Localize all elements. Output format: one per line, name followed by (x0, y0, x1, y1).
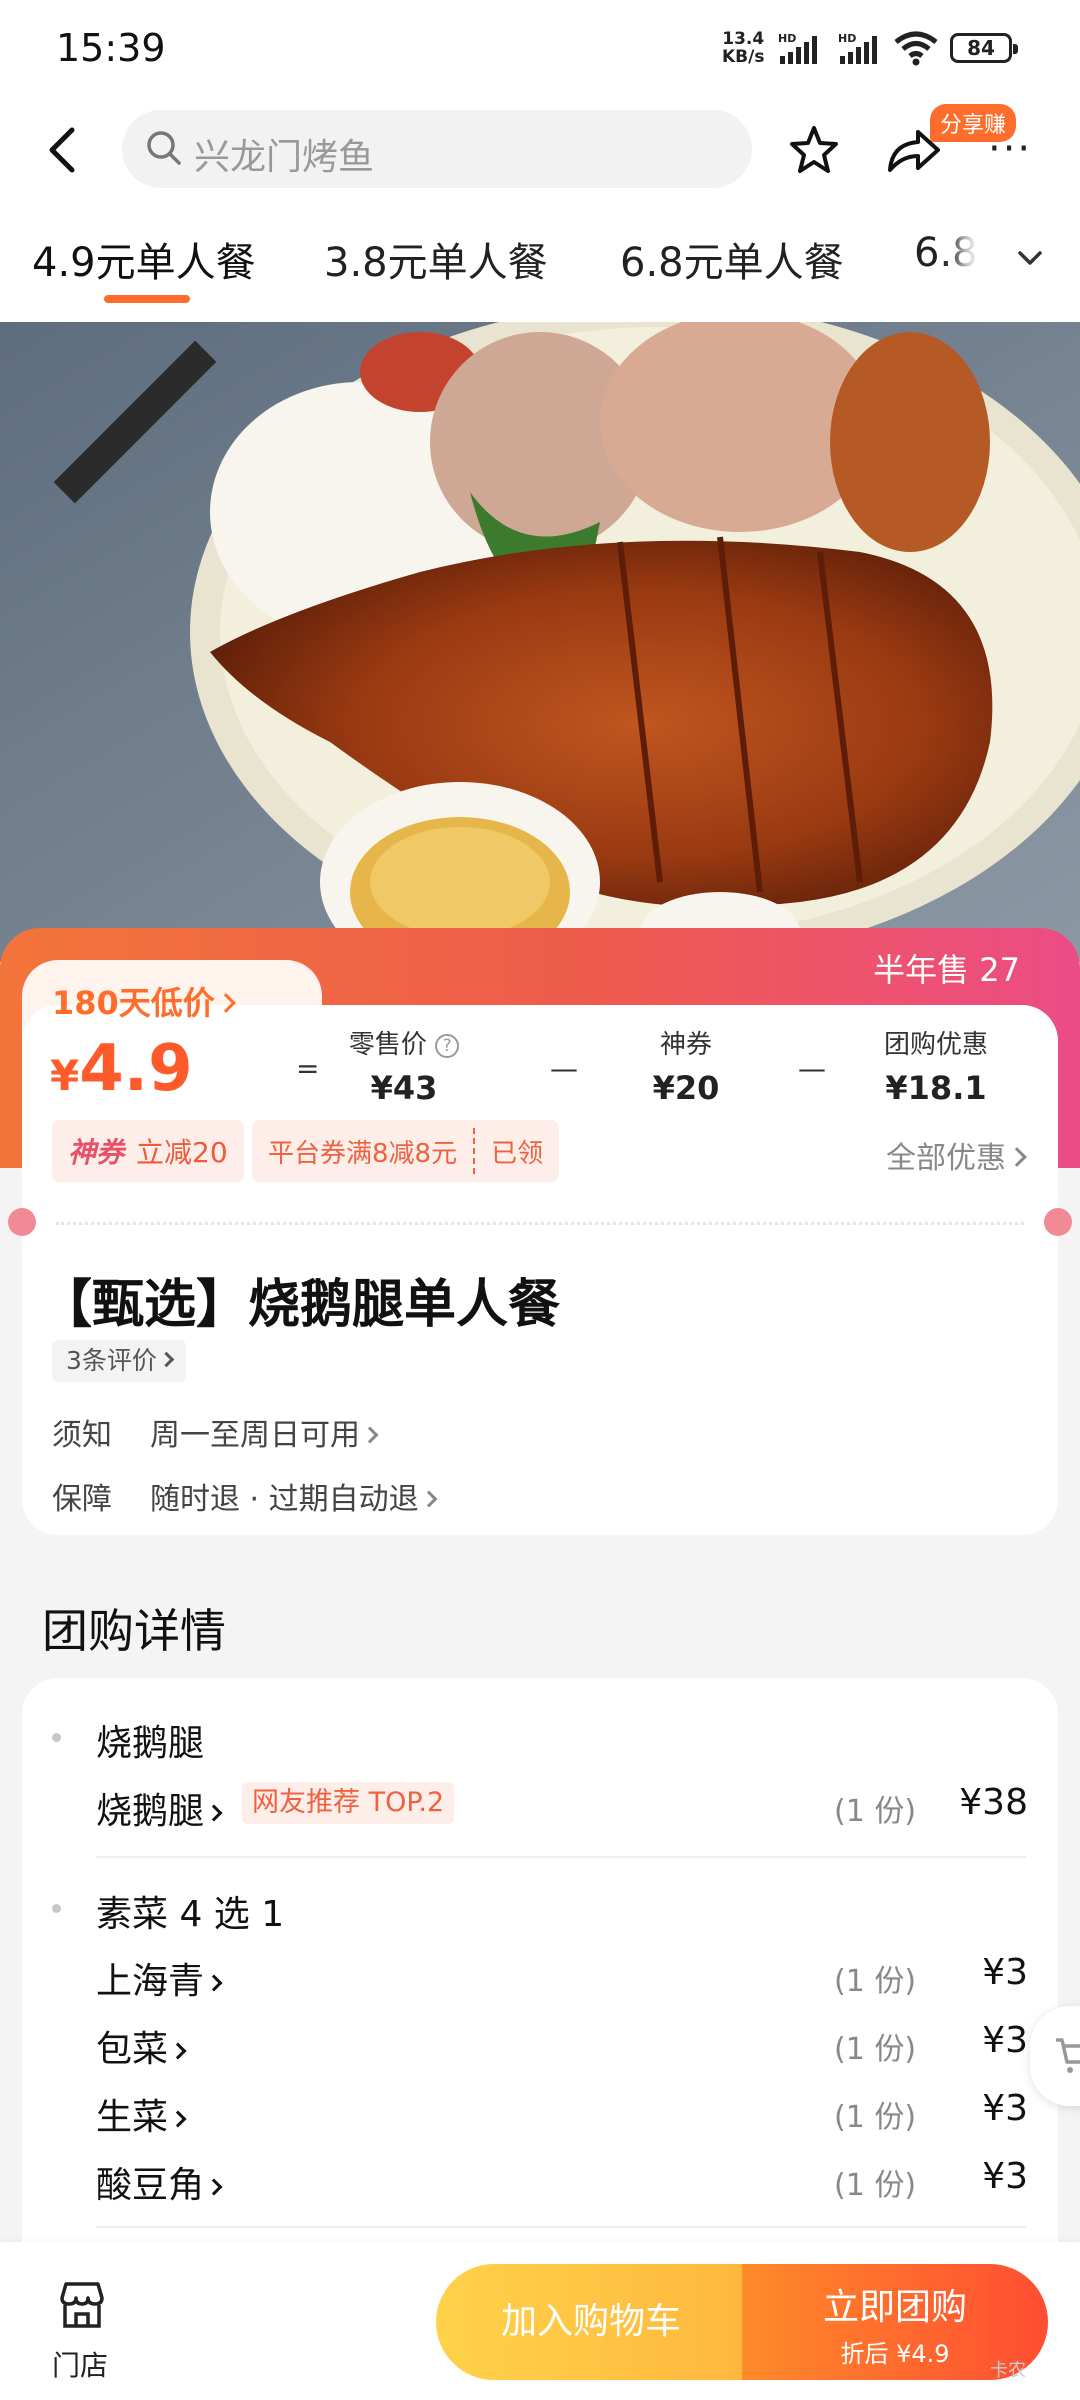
all-promotions-link[interactable]: 全部优惠 (886, 1133, 1027, 1177)
tab-3-8[interactable]: 3.8元单人餐 (324, 230, 548, 288)
store-icon[interactable] (54, 2276, 110, 2332)
item-qty: (1 份) (834, 2032, 917, 2067)
divider (96, 2226, 1026, 2228)
help-icon[interactable]: ? (435, 1034, 460, 1058)
item-qty: (1 份) (834, 2100, 917, 2135)
product-photo[interactable] (0, 322, 1080, 962)
search-placeholder: 兴龙门烤鱼 (194, 137, 375, 178)
notice-value[interactable]: 周一至周日可用 (150, 1410, 379, 1454)
watermark: 卡农 (990, 2360, 1026, 2381)
ticket-notch-left (8, 1208, 36, 1236)
favorite-star-icon[interactable] (786, 122, 842, 178)
guarantee-label: 保障 (52, 1482, 112, 1517)
retail-price: 零售价 ? ¥43 (334, 1024, 474, 1107)
god-coupon-badge[interactable]: 神券 立减20 (52, 1120, 244, 1182)
item-name[interactable]: 烧鹅腿 (96, 1782, 223, 1834)
network-speed: 13.4 KB/s (722, 29, 765, 67)
svg-text:HD: HD (778, 32, 796, 45)
notice-label: 须知 (52, 1418, 112, 1453)
add-to-cart-button[interactable]: 加入购物车 (436, 2264, 746, 2380)
minus-sign-2: — (798, 1052, 826, 1085)
item-price: ¥3 (982, 2020, 1028, 2061)
active-tab-indicator (104, 295, 190, 303)
signal-icon: HD (778, 32, 817, 64)
svg-text:HD: HD (838, 32, 856, 45)
back-icon[interactable] (40, 122, 90, 178)
tab-4-9[interactable]: 4.9元单人餐 (32, 230, 256, 288)
sold-count: 半年售 27 (873, 951, 1020, 989)
store-label[interactable]: 门店 (52, 2344, 108, 2384)
top-recommend-tag: 网友推荐 TOP.2 (242, 1782, 455, 1824)
group-discount: 团购优惠 ¥18.1 (883, 1030, 988, 1107)
deal-title: 【甄选】烧鹅腿单人餐 (40, 1275, 561, 1335)
signal-icon-2: HD (838, 32, 877, 64)
low-price-label[interactable]: 180天低价 (52, 978, 236, 1024)
item-price: ¥3 (982, 2156, 1028, 2197)
divider (96, 1856, 1026, 1858)
guarantee-value[interactable]: 随时退 · 过期自动退 (150, 1474, 438, 1518)
platform-coupon-badge[interactable]: 平台券满8减8元 已领 (252, 1120, 560, 1182)
tab-6-8[interactable]: 6.8元单人餐 (620, 230, 844, 288)
item-price: ¥3 (982, 2088, 1028, 2129)
tab-6-8-more[interactable]: 6.8 (914, 230, 978, 276)
cart-icon (1056, 2038, 1080, 2073)
equals-sign: = (296, 1052, 320, 1085)
minus-sign: — (550, 1052, 578, 1085)
item-name[interactable]: 酸豆角 (96, 2156, 223, 2208)
status-time: 15:39 (56, 26, 166, 70)
item-qty: (1 份) (834, 1964, 917, 1999)
final-price: ¥4.9 (50, 1032, 193, 1106)
bullet-dot (52, 1904, 61, 1913)
package-tabs: 4.9元单人餐 3.8元单人餐 6.8元单人餐 6.8 (0, 200, 1080, 322)
bullet-dot (52, 1733, 61, 1742)
chevron-down-icon[interactable] (1016, 248, 1044, 268)
item-price: ¥3 (982, 1952, 1028, 1993)
reviews-link[interactable]: 3条评价 (52, 1340, 186, 1382)
ticket-notch-right (1044, 1208, 1072, 1236)
item-price: ¥38 (959, 1782, 1028, 1823)
more-menu-icon[interactable]: ··· (988, 126, 1032, 172)
top-nav: 兴龙门烤鱼 分享赚 ··· (0, 100, 1080, 200)
item-name[interactable]: 生菜 (96, 2088, 187, 2140)
item-name[interactable]: 包菜 (96, 2020, 187, 2072)
search-icon (147, 131, 181, 165)
search-input[interactable]: 兴龙门烤鱼 (122, 110, 752, 188)
status-bar: 15:39 13.4 KB/s HD HD 84 (0, 0, 1080, 100)
coupon-price: 神券 ¥20 (652, 1030, 720, 1107)
item-qty: (1 份) (834, 2168, 917, 2203)
dashed-divider (56, 1222, 1024, 1225)
wifi-icon (894, 31, 938, 66)
battery-icon: 84 (950, 33, 1018, 63)
section-title-details: 团购详情 (42, 1604, 226, 1658)
item-name[interactable]: 上海青 (96, 1952, 223, 2004)
item-qty: (1 份) (834, 1794, 917, 1829)
group-name: 素菜 4 选 1 (96, 1894, 285, 1935)
group-name: 烧鹅腿 (96, 1723, 205, 1764)
